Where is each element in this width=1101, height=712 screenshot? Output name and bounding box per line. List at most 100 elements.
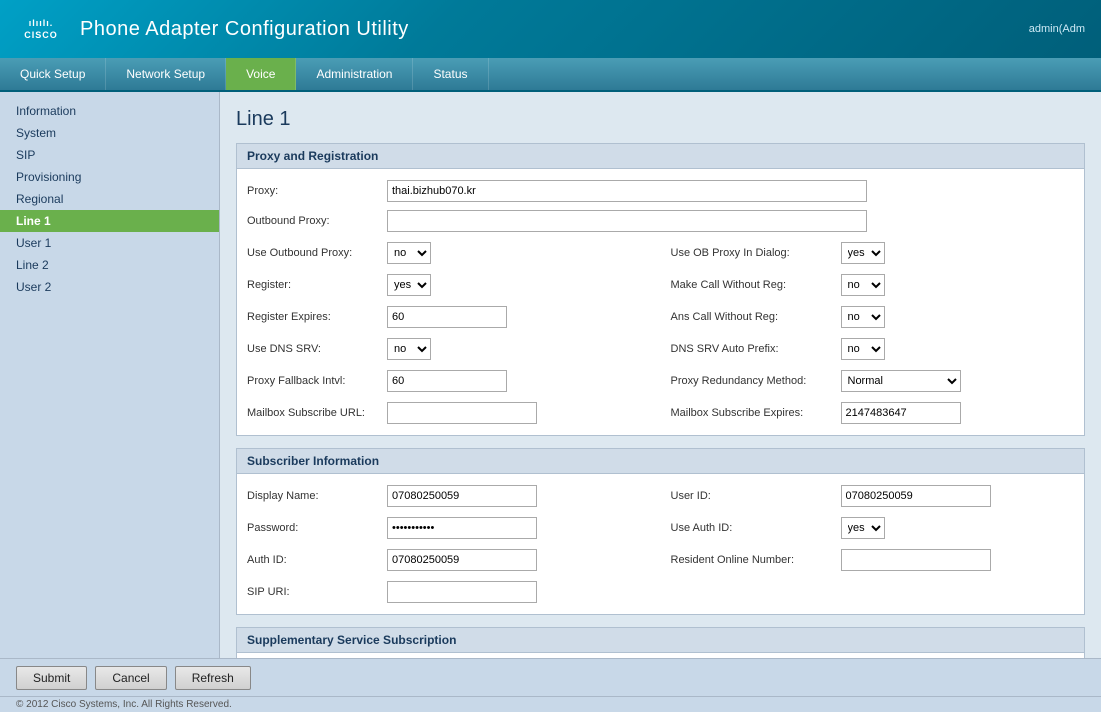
nav-quick-setup[interactable]: Quick Setup [0, 58, 106, 90]
use-outbound-proxy-label: Use Outbound Proxy: [247, 247, 387, 259]
password-row: Password: [247, 514, 651, 542]
use-outbound-proxy-select[interactable]: noyes [387, 242, 431, 264]
nav-bar: Quick Setup Network Setup Voice Administ… [0, 58, 1101, 92]
register-row: Register: yesno [247, 271, 651, 299]
register-select[interactable]: yesno [387, 274, 431, 296]
outbound-proxy-label: Outbound Proxy: [247, 215, 387, 227]
proxy-redundancy-label: Proxy Redundancy Method: [671, 375, 841, 387]
proxy-redundancy-row: Proxy Redundancy Method: NormalActivePas… [671, 367, 1075, 395]
sidebar-item-user2[interactable]: User 2 [0, 276, 219, 298]
register-expires-row: Register Expires: [247, 303, 651, 331]
sip-uri-row: SIP URI: [247, 578, 651, 606]
dns-srv-prefix-label: DNS SRV Auto Prefix: [671, 343, 841, 355]
supplementary-section-header: Supplementary Service Subscription [237, 628, 1084, 653]
proxy-input[interactable] [387, 180, 867, 202]
resident-number-input[interactable] [841, 549, 991, 571]
password-label: Password: [247, 522, 387, 534]
proxy-section-header: Proxy and Registration [237, 144, 1084, 169]
ans-call-select[interactable]: noyes [841, 306, 885, 328]
display-name-input[interactable] [387, 485, 537, 507]
nav-voice[interactable]: Voice [226, 58, 296, 90]
main-content: Line 1 Proxy and Registration Proxy: Out… [220, 92, 1101, 658]
user-id-label: User ID: [671, 490, 841, 502]
password-input[interactable] [387, 517, 537, 539]
dns-srv-prefix-row: DNS SRV Auto Prefix: noyes [671, 335, 1075, 363]
sip-uri-spacer [671, 578, 1075, 606]
mailbox-url-row: Mailbox Subscribe URL: [247, 399, 651, 427]
sidebar-item-regional[interactable]: Regional [0, 188, 219, 210]
use-ob-proxy-row: Use OB Proxy In Dialog: yesno [671, 239, 1075, 267]
ans-call-row: Ans Call Without Reg: noyes [671, 303, 1075, 331]
use-outbound-proxy-row: Use Outbound Proxy: noyes [247, 239, 651, 267]
sidebar-item-information[interactable]: Information [0, 100, 219, 122]
use-ob-proxy-label: Use OB Proxy In Dialog: [671, 247, 841, 259]
use-auth-id-select[interactable]: yesno [841, 517, 885, 539]
sidebar-item-user1[interactable]: User 1 [0, 232, 219, 254]
sidebar: Information System SIP Provisioning Regi… [0, 92, 220, 658]
sidebar-item-system[interactable]: System [0, 122, 219, 144]
proxy-grid: Use Outbound Proxy: noyes Use OB Proxy I… [247, 239, 1074, 427]
resident-number-label: Resident Online Number: [671, 554, 841, 566]
use-auth-id-label: Use Auth ID: [671, 522, 841, 534]
mailbox-expires-input[interactable] [841, 402, 961, 424]
auth-id-label: Auth ID: [247, 554, 387, 566]
sip-uri-label: SIP URI: [247, 586, 387, 598]
proxy-fallback-label: Proxy Fallback Intvl: [247, 375, 387, 387]
sidebar-item-line2[interactable]: Line 2 [0, 254, 219, 276]
proxy-redundancy-select[interactable]: NormalActivePassive [841, 370, 961, 392]
dns-srv-label: Use DNS SRV: [247, 343, 387, 355]
proxy-label: Proxy: [247, 185, 387, 197]
main-layout: Information System SIP Provisioning Regi… [0, 92, 1101, 658]
header-left: ılıılı. CISCO Phone Adapter Configuratio… [16, 13, 409, 45]
sidebar-item-provisioning[interactable]: Provisioning [0, 166, 219, 188]
auth-id-input[interactable] [387, 549, 537, 571]
outbound-proxy-input[interactable] [387, 210, 867, 232]
sidebar-item-line1[interactable]: Line 1 [0, 210, 219, 232]
mailbox-url-label: Mailbox Subscribe URL: [247, 407, 387, 419]
dns-srv-select[interactable]: noyes [387, 338, 431, 360]
mailbox-expires-row: Mailbox Subscribe Expires: [671, 399, 1075, 427]
outbound-proxy-row: Outbound Proxy: [247, 207, 1074, 235]
proxy-fallback-input[interactable] [387, 370, 507, 392]
user-id-input[interactable] [841, 485, 991, 507]
cisco-logo: ılıılı. CISCO [16, 13, 66, 45]
subscriber-section-header: Subscriber Information [237, 449, 1084, 474]
proxy-fallback-row: Proxy Fallback Intvl: [247, 367, 651, 395]
app-title: Phone Adapter Configuration Utility [80, 18, 409, 41]
subscriber-grid: Display Name: User ID: Password: [247, 482, 1074, 606]
subscriber-section-body: Display Name: User ID: Password: [237, 474, 1084, 614]
auth-id-row: Auth ID: [247, 546, 651, 574]
use-ob-proxy-select[interactable]: yesno [841, 242, 885, 264]
nav-administration[interactable]: Administration [296, 58, 413, 90]
supplementary-section: Supplementary Service Subscription Call … [236, 627, 1085, 658]
nav-network-setup[interactable]: Network Setup [106, 58, 226, 90]
proxy-row: Proxy: [247, 177, 1074, 205]
dns-srv-row: Use DNS SRV: noyes [247, 335, 651, 363]
register-expires-label: Register Expires: [247, 311, 387, 323]
use-auth-id-row: Use Auth ID: yesno [671, 514, 1075, 542]
supplementary-section-body: Call Waiting Serv: yesno Block CID Serv:… [237, 653, 1084, 658]
header: ılıılı. CISCO Phone Adapter Configuratio… [0, 0, 1101, 58]
make-call-select[interactable]: noyes [841, 274, 885, 296]
proxy-section: Proxy and Registration Proxy: Outbound P… [236, 143, 1085, 436]
display-name-row: Display Name: [247, 482, 651, 510]
user-id-row: User ID: [671, 482, 1075, 510]
display-name-label: Display Name: [247, 490, 387, 502]
sidebar-item-sip[interactable]: SIP [0, 144, 219, 166]
mailbox-expires-label: Mailbox Subscribe Expires: [671, 407, 841, 419]
footer: Submit Cancel Refresh [0, 658, 1101, 696]
make-call-label: Make Call Without Reg: [671, 279, 841, 291]
dns-srv-prefix-select[interactable]: noyes [841, 338, 885, 360]
make-call-row: Make Call Without Reg: noyes [671, 271, 1075, 299]
register-expires-input[interactable] [387, 306, 507, 328]
subscriber-section: Subscriber Information Display Name: Use… [236, 448, 1085, 615]
page-title: Line 1 [236, 108, 1085, 131]
mailbox-url-input[interactable] [387, 402, 537, 424]
sip-uri-input[interactable] [387, 581, 537, 603]
ans-call-label: Ans Call Without Reg: [671, 311, 841, 323]
copyright: © 2012 Cisco Systems, Inc. All Rights Re… [0, 696, 1101, 712]
resident-number-row: Resident Online Number: [671, 546, 1075, 574]
header-user: admin(Adm [1029, 23, 1085, 35]
proxy-section-body: Proxy: Outbound Proxy: Use Outbound Prox… [237, 169, 1084, 435]
nav-status[interactable]: Status [413, 58, 488, 90]
